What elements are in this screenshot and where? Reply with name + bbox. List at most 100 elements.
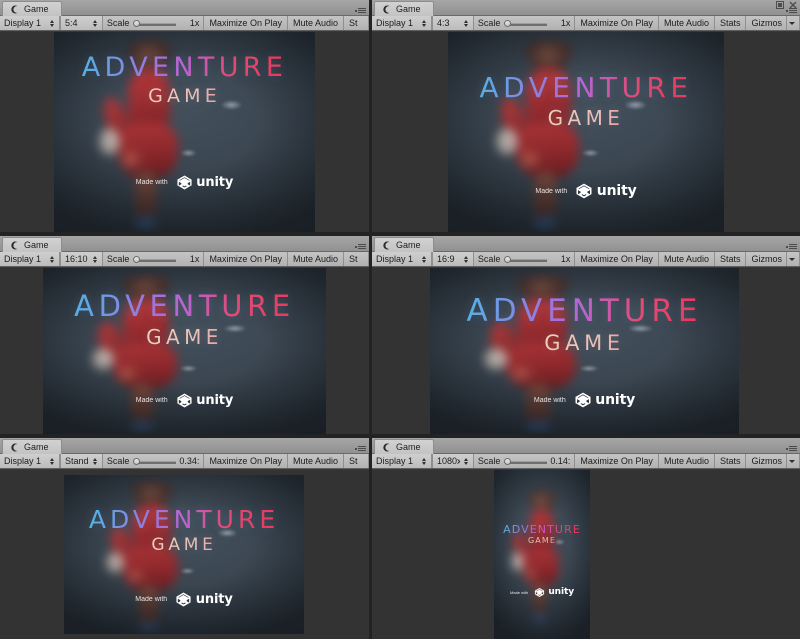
game-scene: ADVENTURE GAME Made with unity bbox=[430, 268, 739, 434]
aspect-ratio-value: 5:4 bbox=[65, 18, 78, 28]
stats-button[interactable]: St bbox=[344, 16, 369, 30]
chevron-down-icon bbox=[788, 21, 795, 25]
maximize-on-play-button[interactable]: Maximize On Play bbox=[575, 454, 659, 468]
game-render-area[interactable]: ADVENTURE GAME Made with unity bbox=[372, 268, 800, 434]
display-dropdown[interactable]: Display 1 bbox=[372, 454, 432, 468]
unity-wordmark: unity bbox=[196, 393, 234, 408]
stats-button[interactable]: St bbox=[344, 454, 369, 468]
maximize-on-play-button[interactable]: Maximize On Play bbox=[204, 252, 288, 266]
gizmos-button[interactable]: Gizmos bbox=[746, 16, 800, 30]
mute-audio-button[interactable]: Mute Audio bbox=[658, 454, 715, 468]
maximize-on-play-button[interactable]: Maximize On Play bbox=[575, 16, 659, 30]
scale-slider[interactable] bbox=[503, 19, 548, 28]
aspect-ratio-dropdown[interactable]: 16:9 bbox=[433, 252, 474, 266]
tab-game[interactable]: Game bbox=[2, 237, 62, 252]
mute-audio-label: Mute Audio bbox=[663, 455, 709, 466]
game-render-area[interactable]: ADVENTURE GAME Made with unity bbox=[372, 32, 800, 232]
updown-arrows-icon bbox=[463, 255, 469, 264]
gizmos-dropdown-toggle[interactable] bbox=[786, 454, 796, 468]
character-silhouette bbox=[105, 481, 186, 633]
mute-audio-button[interactable]: Mute Audio bbox=[287, 252, 344, 266]
aspect-ratio-dropdown[interactable]: 4:3 bbox=[433, 16, 474, 30]
game-controller-icon bbox=[11, 443, 20, 452]
aspect-ratio-dropdown[interactable]: Standalone (1024x768) bbox=[61, 454, 103, 468]
tab-game[interactable]: Game bbox=[2, 439, 62, 454]
maximize-window-icon[interactable] bbox=[776, 1, 784, 9]
scale-control[interactable]: Scale 1x bbox=[473, 16, 576, 30]
maximize-on-play-label: Maximize On Play bbox=[209, 17, 282, 28]
panel-menu-icon[interactable] bbox=[785, 243, 797, 251]
scale-control[interactable]: Scale 1x bbox=[102, 252, 205, 266]
mute-audio-label: Mute Audio bbox=[292, 455, 338, 466]
maximize-on-play-button[interactable]: Maximize On Play bbox=[204, 454, 288, 468]
game-scene: ADVENTURE GAME Made with unity bbox=[448, 32, 724, 232]
tab-game[interactable]: Game bbox=[374, 1, 434, 16]
tabstrip: Game bbox=[0, 0, 369, 16]
panel-menu-icon[interactable] bbox=[354, 243, 366, 251]
scale-control[interactable]: Scale 0.14: bbox=[473, 454, 576, 468]
character-silhouette bbox=[483, 274, 588, 433]
panel-menu-icon[interactable] bbox=[785, 7, 797, 15]
scale-control[interactable]: Scale 0.34: bbox=[102, 454, 205, 468]
scale-slider[interactable] bbox=[132, 255, 177, 264]
character-silhouette bbox=[92, 274, 187, 433]
mute-audio-button[interactable]: Mute Audio bbox=[287, 16, 344, 30]
display-dropdown[interactable]: Display 1 bbox=[372, 16, 432, 30]
display-dropdown[interactable]: Display 1 bbox=[372, 252, 432, 266]
updown-arrows-icon bbox=[50, 255, 55, 264]
game-toolbar: Display 1 5:4 Scale 1x Maximize On Play … bbox=[0, 16, 369, 31]
panel-menu-icon[interactable] bbox=[354, 445, 366, 453]
maximize-on-play-button[interactable]: Maximize On Play bbox=[575, 252, 659, 266]
gizmos-dropdown-toggle[interactable] bbox=[786, 252, 796, 266]
maximize-on-play-button[interactable]: Maximize On Play bbox=[204, 16, 288, 30]
mute-audio-button[interactable]: Mute Audio bbox=[658, 252, 715, 266]
scale-slider[interactable] bbox=[503, 255, 548, 264]
scale-slider[interactable] bbox=[132, 19, 177, 28]
gizmos-button[interactable]: Gizmos bbox=[746, 454, 800, 468]
mute-audio-button[interactable]: Mute Audio bbox=[287, 454, 344, 468]
aspect-ratio-dropdown[interactable]: 5:4 bbox=[61, 16, 103, 30]
tab-label: Game bbox=[24, 441, 49, 452]
aspect-ratio-dropdown[interactable]: 16:10 bbox=[61, 252, 103, 266]
aspect-ratio-dropdown[interactable]: 1080x1920 bbox=[433, 454, 474, 468]
stats-button[interactable]: Stats bbox=[714, 252, 747, 266]
tab-label: Game bbox=[24, 3, 49, 14]
tab-game[interactable]: Game bbox=[2, 1, 62, 16]
chevron-down-icon bbox=[788, 459, 795, 463]
tab-game[interactable]: Game bbox=[374, 237, 434, 252]
updown-arrows-icon bbox=[92, 19, 98, 28]
panel-menu-icon[interactable] bbox=[785, 445, 797, 453]
stats-button[interactable]: St bbox=[344, 252, 369, 266]
gizmos-button[interactable]: Gizmos bbox=[746, 252, 800, 266]
scale-control[interactable]: Scale 1x bbox=[473, 252, 576, 266]
scale-slider[interactable] bbox=[503, 457, 548, 466]
game-render-area[interactable]: ADVENTURE GAME Made with unity bbox=[0, 268, 369, 434]
mute-audio-button[interactable]: Mute Audio bbox=[658, 16, 715, 30]
stats-button[interactable]: Stats bbox=[714, 454, 747, 468]
tabstrip: Game bbox=[372, 236, 800, 252]
panel-splitter-vertical[interactable] bbox=[369, 0, 372, 639]
chevron-down-icon bbox=[788, 257, 795, 261]
scale-slider[interactable] bbox=[132, 457, 177, 466]
stats-button[interactable]: Stats bbox=[714, 16, 747, 30]
tab-game[interactable]: Game bbox=[374, 439, 434, 454]
game-render-area[interactable]: ADVENTURE GAME Made with unity bbox=[0, 470, 369, 639]
scale-control[interactable]: Scale 1x bbox=[102, 16, 205, 30]
character-silhouette bbox=[98, 40, 187, 230]
display-dropdown[interactable]: Display 1 bbox=[0, 252, 60, 266]
game-render-area[interactable]: ADVENTURE GAME Made with unity bbox=[0, 32, 369, 232]
updown-arrows-icon bbox=[463, 457, 469, 466]
game-render-area[interactable]: ADVENTURE GAME Made with unity bbox=[372, 470, 800, 639]
gizmos-dropdown-toggle[interactable] bbox=[786, 16, 796, 30]
unity-wordmark: unity bbox=[195, 592, 233, 607]
game-scene: ADVENTURE GAME Made with unity bbox=[64, 475, 304, 634]
display-dropdown[interactable]: Display 1 bbox=[0, 454, 60, 468]
tab-label: Game bbox=[396, 441, 421, 452]
mute-audio-label: Mute Audio bbox=[292, 17, 338, 28]
display-value: Display 1 bbox=[4, 254, 42, 264]
character-silhouette bbox=[509, 490, 565, 624]
panel-menu-icon[interactable] bbox=[354, 7, 366, 15]
display-dropdown[interactable]: Display 1 bbox=[0, 16, 60, 30]
panel-splitter-horizontal-1[interactable] bbox=[0, 232, 800, 236]
panel-splitter-horizontal-2[interactable] bbox=[0, 434, 800, 438]
